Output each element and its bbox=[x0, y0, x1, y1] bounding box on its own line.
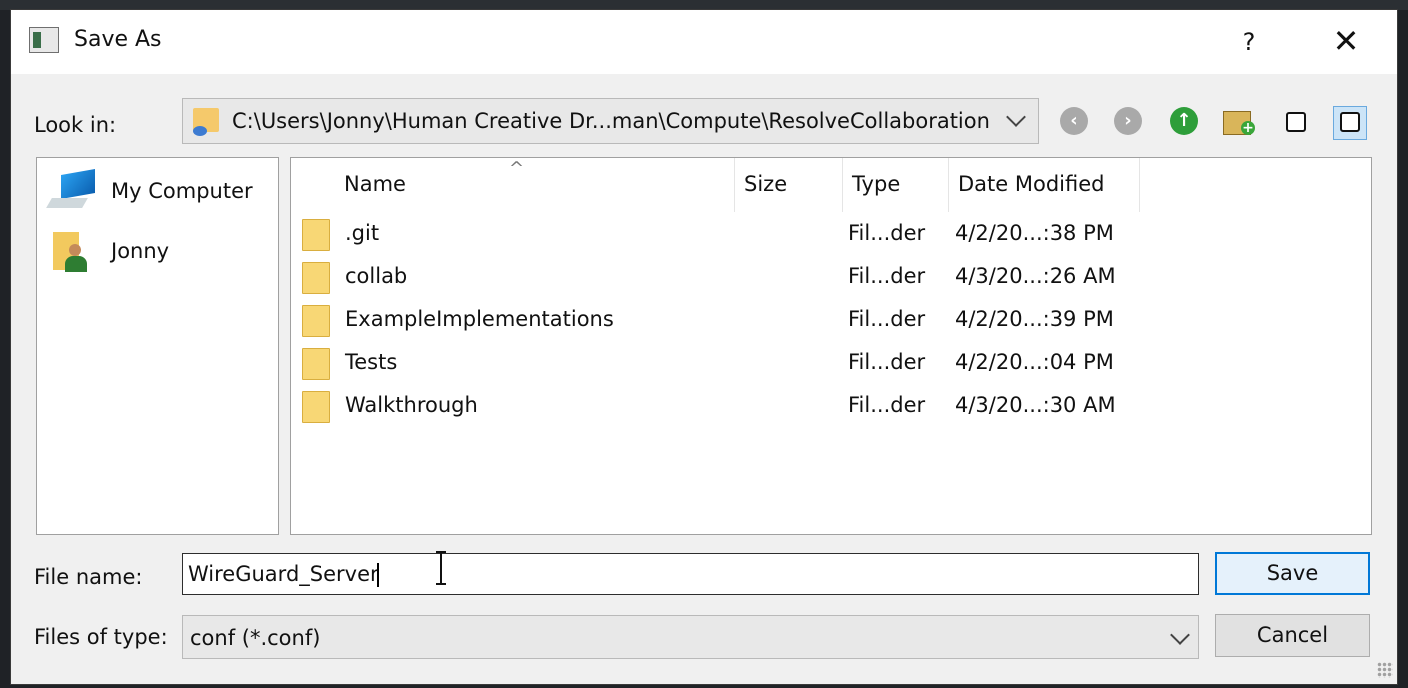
file-date: 4/2/20...:39 PM bbox=[955, 307, 1114, 331]
computer-icon bbox=[46, 169, 97, 212]
column-header-size[interactable]: Size bbox=[735, 158, 843, 212]
look-in-combo[interactable]: C:\Users\Jonny\Human Creative Dr...man\C… bbox=[182, 98, 1039, 144]
file-list: ^ Name Size Type Date Modified .git Fil.… bbox=[290, 157, 1372, 535]
place-my-computer[interactable]: My Computer bbox=[37, 166, 278, 218]
list-view-button[interactable] bbox=[1279, 106, 1313, 140]
title-bar: Save As ? ✕ bbox=[11, 10, 1397, 74]
folder-icon bbox=[302, 348, 330, 380]
file-type: Fil...der bbox=[848, 307, 926, 331]
folder-icon bbox=[302, 391, 330, 423]
back-arrow-icon: ‹ bbox=[1070, 110, 1078, 131]
resize-grip-icon[interactable] bbox=[1377, 662, 1393, 678]
place-label: My Computer bbox=[111, 179, 253, 203]
folder-icon bbox=[302, 219, 330, 251]
file-name-input[interactable] bbox=[182, 553, 1199, 595]
file-row[interactable]: Walkthrough Fil...der 4/3/20...:30 AM bbox=[291, 385, 1371, 428]
place-jonny[interactable]: Jonny bbox=[37, 226, 278, 278]
ibeam-cursor-icon bbox=[436, 551, 446, 585]
detail-view-icon bbox=[1340, 112, 1360, 132]
file-type-combo[interactable]: conf (*.conf) bbox=[182, 615, 1199, 659]
file-name: .git bbox=[345, 221, 380, 245]
cancel-button[interactable]: Cancel bbox=[1215, 614, 1370, 657]
file-row[interactable]: Tests Fil...der 4/2/20...:04 PM bbox=[291, 342, 1371, 385]
file-type-value: conf (*.conf) bbox=[190, 626, 321, 650]
text-caret bbox=[377, 563, 379, 587]
column-header-date[interactable]: Date Modified bbox=[949, 158, 1140, 212]
file-row[interactable]: ExampleImplementations Fil...der 4/2/20.… bbox=[291, 299, 1371, 342]
file-date: 4/3/20...:30 AM bbox=[955, 393, 1116, 417]
up-arrow-icon: ↑ bbox=[1176, 110, 1192, 131]
file-row[interactable]: .git Fil...der 4/2/20...:38 PM bbox=[291, 213, 1371, 256]
file-type: Fil...der bbox=[848, 350, 926, 374]
window-title: Save As bbox=[74, 27, 162, 52]
chevron-down-icon bbox=[1170, 625, 1190, 645]
close-button[interactable]: ✕ bbox=[1323, 22, 1369, 62]
file-date: 4/3/20...:26 AM bbox=[955, 264, 1116, 288]
up-folder-button[interactable]: ↑ bbox=[1170, 107, 1198, 135]
folder-icon bbox=[302, 305, 330, 337]
file-name: ExampleImplementations bbox=[345, 307, 614, 331]
file-type: Fil...der bbox=[848, 393, 926, 417]
look-in-path: C:\Users\Jonny\Human Creative Dr...man\C… bbox=[232, 109, 990, 133]
file-type-label: Files of type: bbox=[34, 625, 168, 649]
file-date: 4/2/20...:38 PM bbox=[955, 221, 1114, 245]
chevron-down-icon bbox=[1006, 107, 1026, 127]
file-name: Tests bbox=[345, 350, 398, 374]
file-date: 4/2/20...:04 PM bbox=[955, 350, 1114, 374]
sort-ascending-icon: ^ bbox=[509, 158, 525, 179]
forward-button[interactable]: › bbox=[1114, 107, 1142, 135]
detail-view-button[interactable] bbox=[1333, 106, 1367, 140]
file-type: Fil...der bbox=[848, 221, 926, 245]
list-view-icon bbox=[1286, 112, 1306, 132]
places-sidebar: My Computer Jonny bbox=[36, 157, 279, 535]
back-button[interactable]: ‹ bbox=[1060, 107, 1088, 135]
place-label: Jonny bbox=[111, 239, 170, 263]
file-type: Fil...der bbox=[848, 264, 926, 288]
save-button[interactable]: Save bbox=[1215, 552, 1370, 595]
look-in-label: Look in: bbox=[34, 113, 117, 137]
column-header-name[interactable]: ^ Name bbox=[291, 158, 735, 212]
file-row[interactable]: collab Fil...der 4/3/20...:26 AM bbox=[291, 256, 1371, 299]
plus-icon: + bbox=[1241, 120, 1255, 136]
background-app bbox=[0, 0, 1408, 10]
file-name: collab bbox=[345, 264, 408, 288]
help-button[interactable]: ? bbox=[1224, 22, 1274, 62]
folder-icon bbox=[302, 262, 330, 294]
column-header-type[interactable]: Type bbox=[843, 158, 949, 212]
forward-arrow-icon: › bbox=[1124, 110, 1132, 131]
user-folder-icon bbox=[53, 232, 93, 276]
app-icon bbox=[29, 27, 59, 53]
save-as-dialog: Save As ? ✕ Look in: C:\Users\Jonny\Huma… bbox=[11, 10, 1397, 684]
file-name-label: File name: bbox=[34, 565, 143, 589]
new-folder-button[interactable]: + bbox=[1221, 105, 1255, 137]
file-name: Walkthrough bbox=[345, 393, 478, 417]
network-folder-icon bbox=[193, 108, 219, 136]
